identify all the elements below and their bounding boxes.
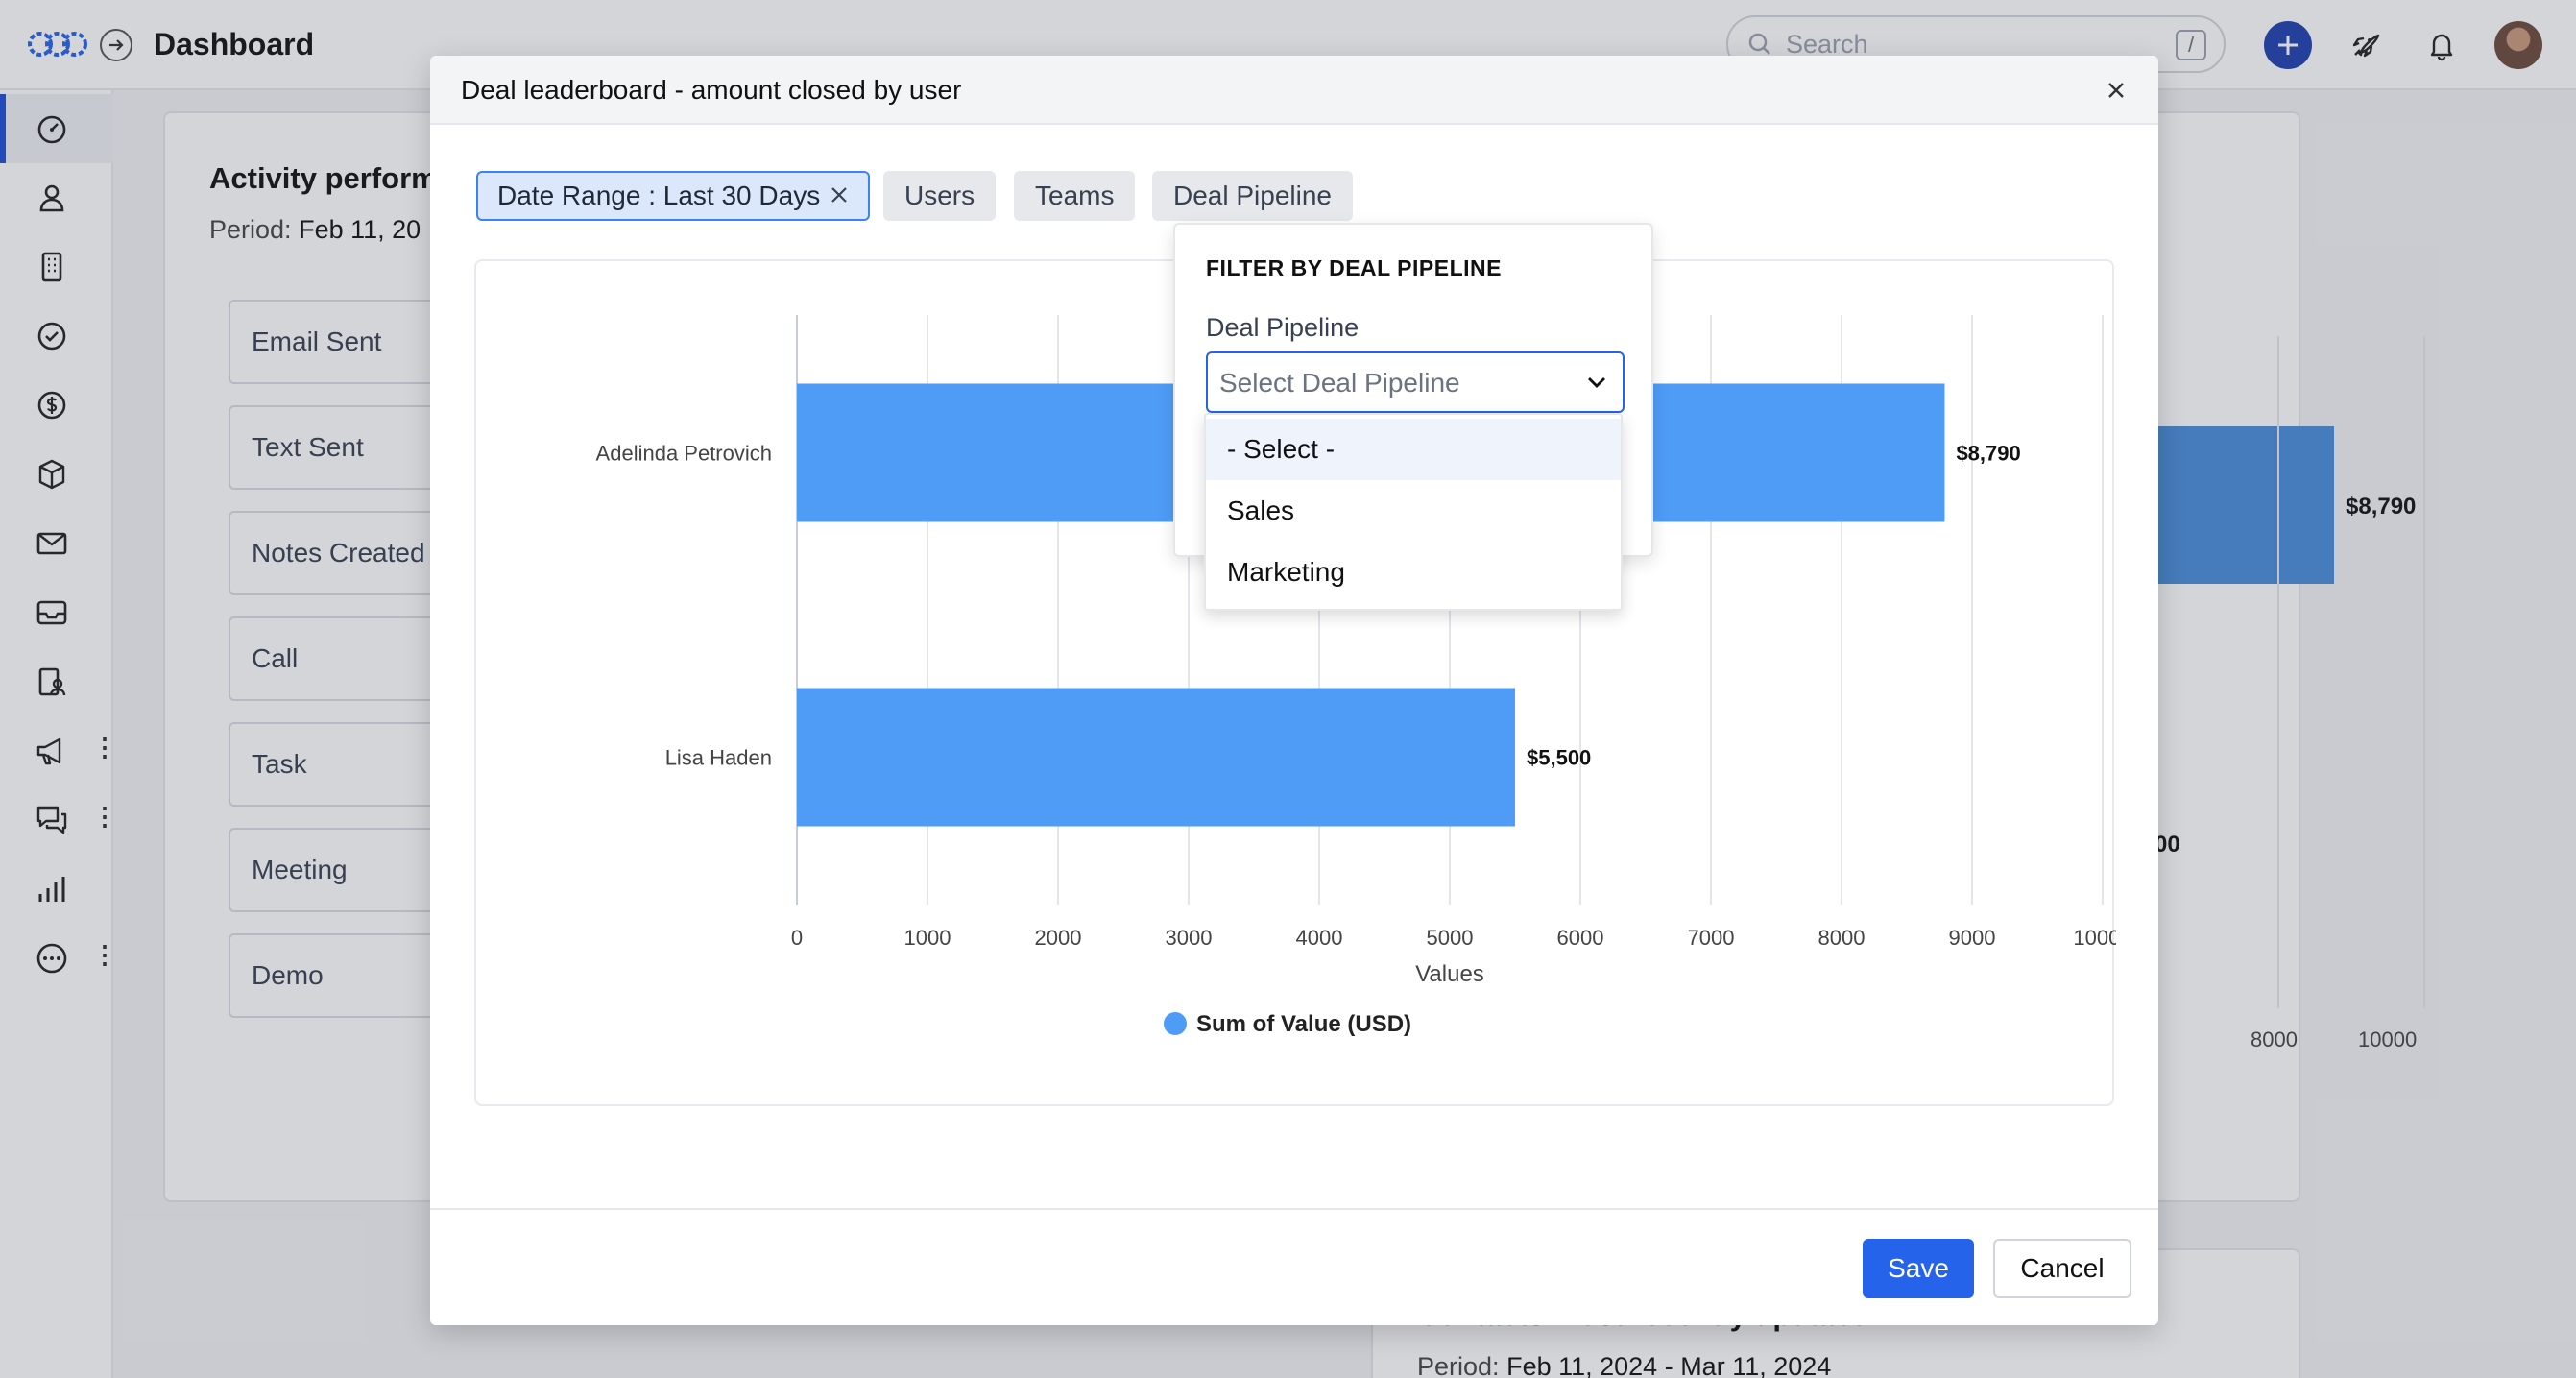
deal-pipeline-dropdown: - Select - Sales Marketing <box>1204 413 1623 611</box>
dropdown-option-sales[interactable]: Sales <box>1206 480 1621 542</box>
x-tick-label: 7000 <box>1688 926 1735 950</box>
x-tick-label: 8000 <box>1818 926 1866 950</box>
x-tick-label: 6000 <box>1557 926 1604 950</box>
category-label: Adelinda Petrovich <box>596 442 772 466</box>
x-tick-label: 10000 <box>2073 926 2116 950</box>
filter-chip-users[interactable]: Users <box>883 171 997 221</box>
popover-title: FILTER BY DEAL PIPELINE <box>1206 255 1502 280</box>
dropdown-option-select[interactable]: - Select - <box>1206 419 1621 480</box>
legend-label: Sum of Value (USD) <box>1196 1011 1411 1037</box>
bar-value-label: $8,790 <box>1956 442 2020 466</box>
x-tick-label: 5000 <box>1427 926 1474 950</box>
deal-pipeline-select[interactable]: Select Deal Pipeline <box>1206 351 1625 413</box>
legend-marker <box>1164 1012 1187 1035</box>
category-label: Lisa Haden <box>665 746 772 770</box>
close-icon <box>2108 83 2124 98</box>
x-tick-label: 9000 <box>1949 926 1996 950</box>
filter-chip-deal-pipeline[interactable]: Deal Pipeline <box>1152 171 1353 221</box>
select-placeholder: Select Deal Pipeline <box>1219 368 1460 398</box>
field-label: Deal Pipeline <box>1206 313 1360 342</box>
save-button[interactable]: Save <box>1863 1239 1974 1298</box>
chevron-down-icon <box>1588 377 1605 388</box>
dropdown-option-marketing[interactable]: Marketing <box>1206 542 1621 603</box>
filter-chip-teams[interactable]: Teams <box>1014 171 1136 221</box>
modal-footer: Save Cancel <box>430 1208 2158 1325</box>
modal-header: Deal leaderboard - amount closed by user <box>430 56 2158 125</box>
x-tick-label: 1000 <box>904 926 951 950</box>
chart-bar <box>797 688 1515 827</box>
remove-chip-icon[interactable] <box>830 181 849 211</box>
x-tick-label: 2000 <box>1035 926 1082 950</box>
x-tick-label: 0 <box>791 926 803 950</box>
close-button[interactable] <box>2101 75 2131 106</box>
cancel-button[interactable]: Cancel <box>1993 1239 2131 1298</box>
bar-value-label: $5,500 <box>1527 746 1591 770</box>
modal-title: Deal leaderboard - amount closed by user <box>461 75 962 105</box>
chip-label: Date Range : Last 30 Days <box>497 181 821 210</box>
x-axis-label: Values <box>1415 961 1484 987</box>
x-tick-label: 4000 <box>1296 926 1343 950</box>
filter-chip-date-range[interactable]: Date Range : Last 30 Days <box>476 171 871 221</box>
x-tick-label: 3000 <box>1166 926 1213 950</box>
